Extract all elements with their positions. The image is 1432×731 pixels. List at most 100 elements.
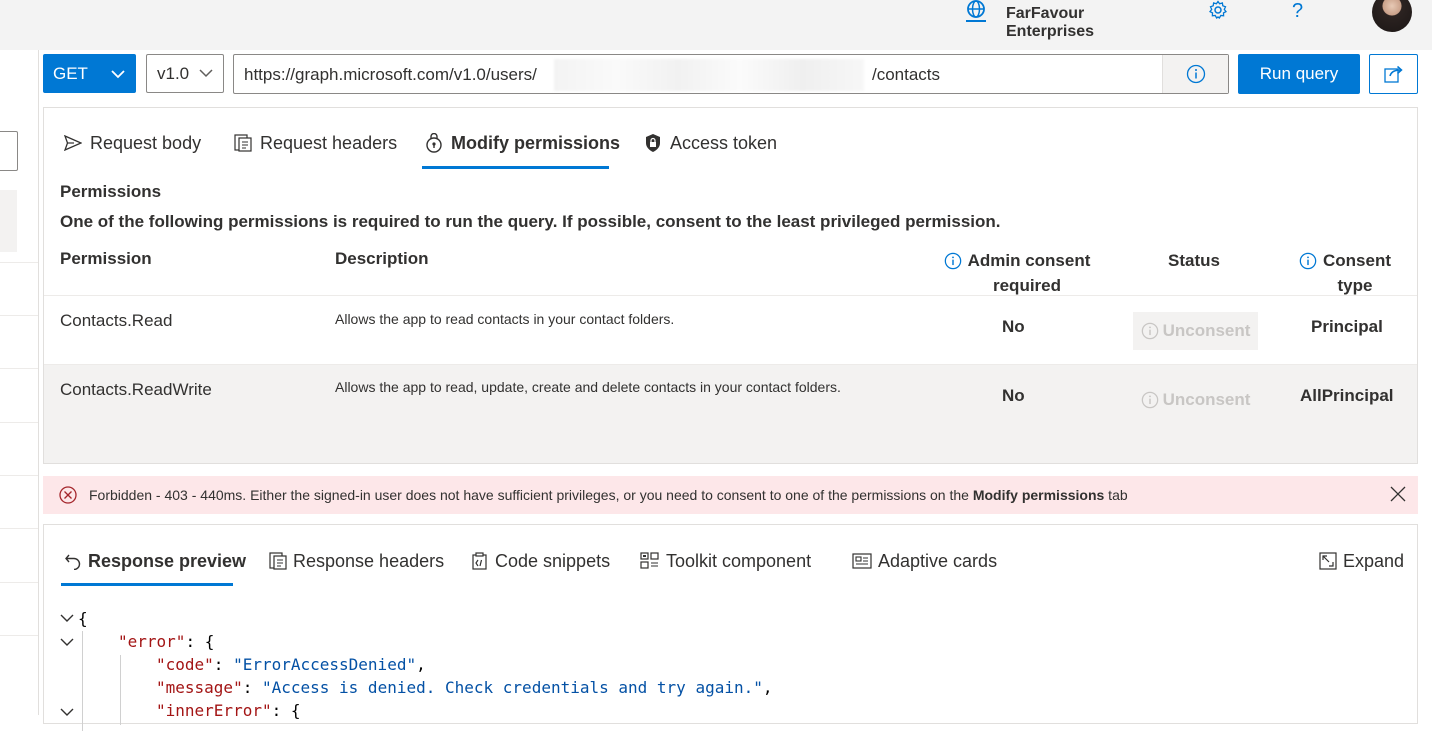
expand-button[interactable]: Expand [1319, 549, 1404, 573]
error-message-bar: Forbidden - 403 - 440ms. Either the sign… [43, 476, 1418, 514]
indent-guide [82, 631, 83, 731]
active-tab-indicator [422, 166, 609, 169]
tenant-name-line2: Enterprises [1006, 23, 1095, 40]
table-footer [44, 433, 1417, 463]
active-tab-indicator [61, 583, 233, 586]
json-punct: : { [271, 701, 301, 720]
json-key: "message" [156, 678, 243, 697]
tab-adaptive-cards[interactable]: Adaptive cards [852, 549, 997, 573]
close-icon[interactable] [1390, 486, 1406, 502]
chevron-down-icon [199, 69, 213, 78]
json-key: "innerError" [156, 701, 272, 720]
card-icon [852, 553, 872, 569]
tab-response-headers[interactable]: Response headers [269, 549, 444, 573]
divider [0, 315, 38, 316]
tab-toolkit-component[interactable]: Toolkit component [640, 549, 811, 573]
permission-row: Contacts.ReadWrite Allows the app to rea… [44, 364, 1417, 434]
version-dropdown[interactable]: v1.0 [146, 54, 224, 93]
headers-icon [234, 134, 252, 152]
error-text-link: Modify permissions [972, 487, 1105, 503]
divider [0, 635, 38, 636]
run-query-button[interactable]: Run query [1238, 54, 1360, 94]
http-method-dropdown[interactable]: GET [43, 54, 136, 93]
query-url-input[interactable]: https://graph.microsoft.com/v1.0/users/ … [233, 54, 1229, 94]
http-method-value: GET [53, 63, 88, 83]
left-sidebar [0, 50, 39, 715]
json-key: "code" [156, 655, 214, 674]
lock-icon [644, 133, 662, 153]
version-value: v1.0 [157, 63, 190, 83]
error-text: Forbidden - 403 - 440ms. Either the sign… [89, 487, 1128, 503]
json-punct: , [416, 655, 426, 674]
tab-label: Request headers [260, 132, 398, 153]
tab-response-preview[interactable]: Response preview [64, 549, 246, 573]
tab-label: Toolkit component [666, 550, 812, 571]
share-button[interactable] [1369, 54, 1418, 94]
tab-label: Adaptive cards [878, 550, 998, 571]
gear-icon[interactable] [1207, 0, 1229, 22]
tab-access-token[interactable]: Access token [644, 128, 777, 158]
tab-request-body[interactable]: Request body [64, 128, 201, 158]
divider [0, 475, 38, 476]
chevron-down-icon[interactable] [60, 637, 74, 651]
column-header-permission: Permission [60, 249, 152, 268]
json-punct: : [213, 655, 234, 674]
permissions-icon [425, 133, 443, 153]
error-icon [59, 486, 77, 504]
unconsent-button[interactable]: Unconsent [1133, 312, 1258, 350]
divider [0, 528, 38, 529]
info-icon [1141, 391, 1159, 409]
json-brace: { [78, 609, 88, 628]
tab-label: Request body [90, 132, 202, 153]
json-punct: , [762, 678, 773, 697]
redacted-user-id [554, 59, 864, 91]
tenant-name[interactable]: FarFavour Enterprises [1006, 5, 1094, 41]
info-icon[interactable] [1162, 55, 1228, 93]
send-icon [64, 135, 82, 151]
json-line: "message": "Access is denied. Check cred… [156, 676, 773, 699]
tab-label: Expand [1343, 550, 1405, 571]
permission-description: Allows the app to read, update, create a… [335, 379, 841, 395]
tab-code-snippets[interactable]: Code snippets [471, 549, 610, 573]
chevron-down-icon[interactable] [60, 613, 74, 627]
chevron-down-icon[interactable] [60, 707, 74, 721]
share-icon [1383, 65, 1404, 83]
consent-type-label: Consent [1323, 251, 1391, 270]
json-punct: : [242, 678, 262, 697]
divider [0, 262, 38, 263]
json-string: "ErrorAccessDenied" [233, 655, 417, 674]
headers-icon [269, 552, 287, 570]
sidebar-selected-item[interactable] [0, 190, 17, 252]
column-header-consent-type: Consent type [1290, 248, 1400, 298]
divider [0, 422, 38, 423]
json-string: "Access is denied. Check credentials and… [261, 678, 763, 697]
info-icon[interactable] [1299, 252, 1317, 270]
admin-consent-label: Admin consent [967, 251, 1091, 270]
divider [0, 582, 38, 583]
unconsent-button[interactable]: Unconsent [1133, 381, 1258, 419]
tab-request-headers[interactable]: Request headers [234, 128, 397, 158]
column-header-admin-consent: Admin consent required [942, 248, 1092, 298]
json-line: "error": { [118, 630, 214, 653]
admin-consent-value: No [1002, 386, 1025, 405]
json-line: "code": "ErrorAccessDenied", [156, 653, 426, 676]
expand-icon [1319, 552, 1337, 570]
info-icon[interactable] [944, 252, 962, 270]
json-line: { [78, 607, 88, 630]
unconsent-label: Unconsent [1162, 321, 1251, 340]
toolkit-icon [640, 552, 660, 570]
url-prefix: https://graph.microsoft.com/v1.0/users/ [244, 65, 537, 84]
info-icon [1141, 322, 1159, 340]
json-line: "innerError": { [156, 699, 301, 722]
tab-label: Access token [670, 132, 778, 153]
tab-label: Modify permissions [451, 132, 621, 153]
tenant-name-line1: FarFavour [1006, 5, 1085, 22]
permissions-description: One of the following permissions is requ… [60, 212, 1001, 231]
sidebar-search-input[interactable] [0, 131, 18, 171]
permission-description: Allows the app to read contacts in your … [335, 311, 675, 327]
consent-type-value: Principal [1311, 317, 1383, 336]
tab-modify-permissions[interactable]: Modify permissions [425, 128, 620, 158]
permissions-title: Permissions [60, 182, 162, 201]
chevron-down-icon [110, 69, 126, 79]
help-icon[interactable]: ? [1292, 0, 1303, 22]
